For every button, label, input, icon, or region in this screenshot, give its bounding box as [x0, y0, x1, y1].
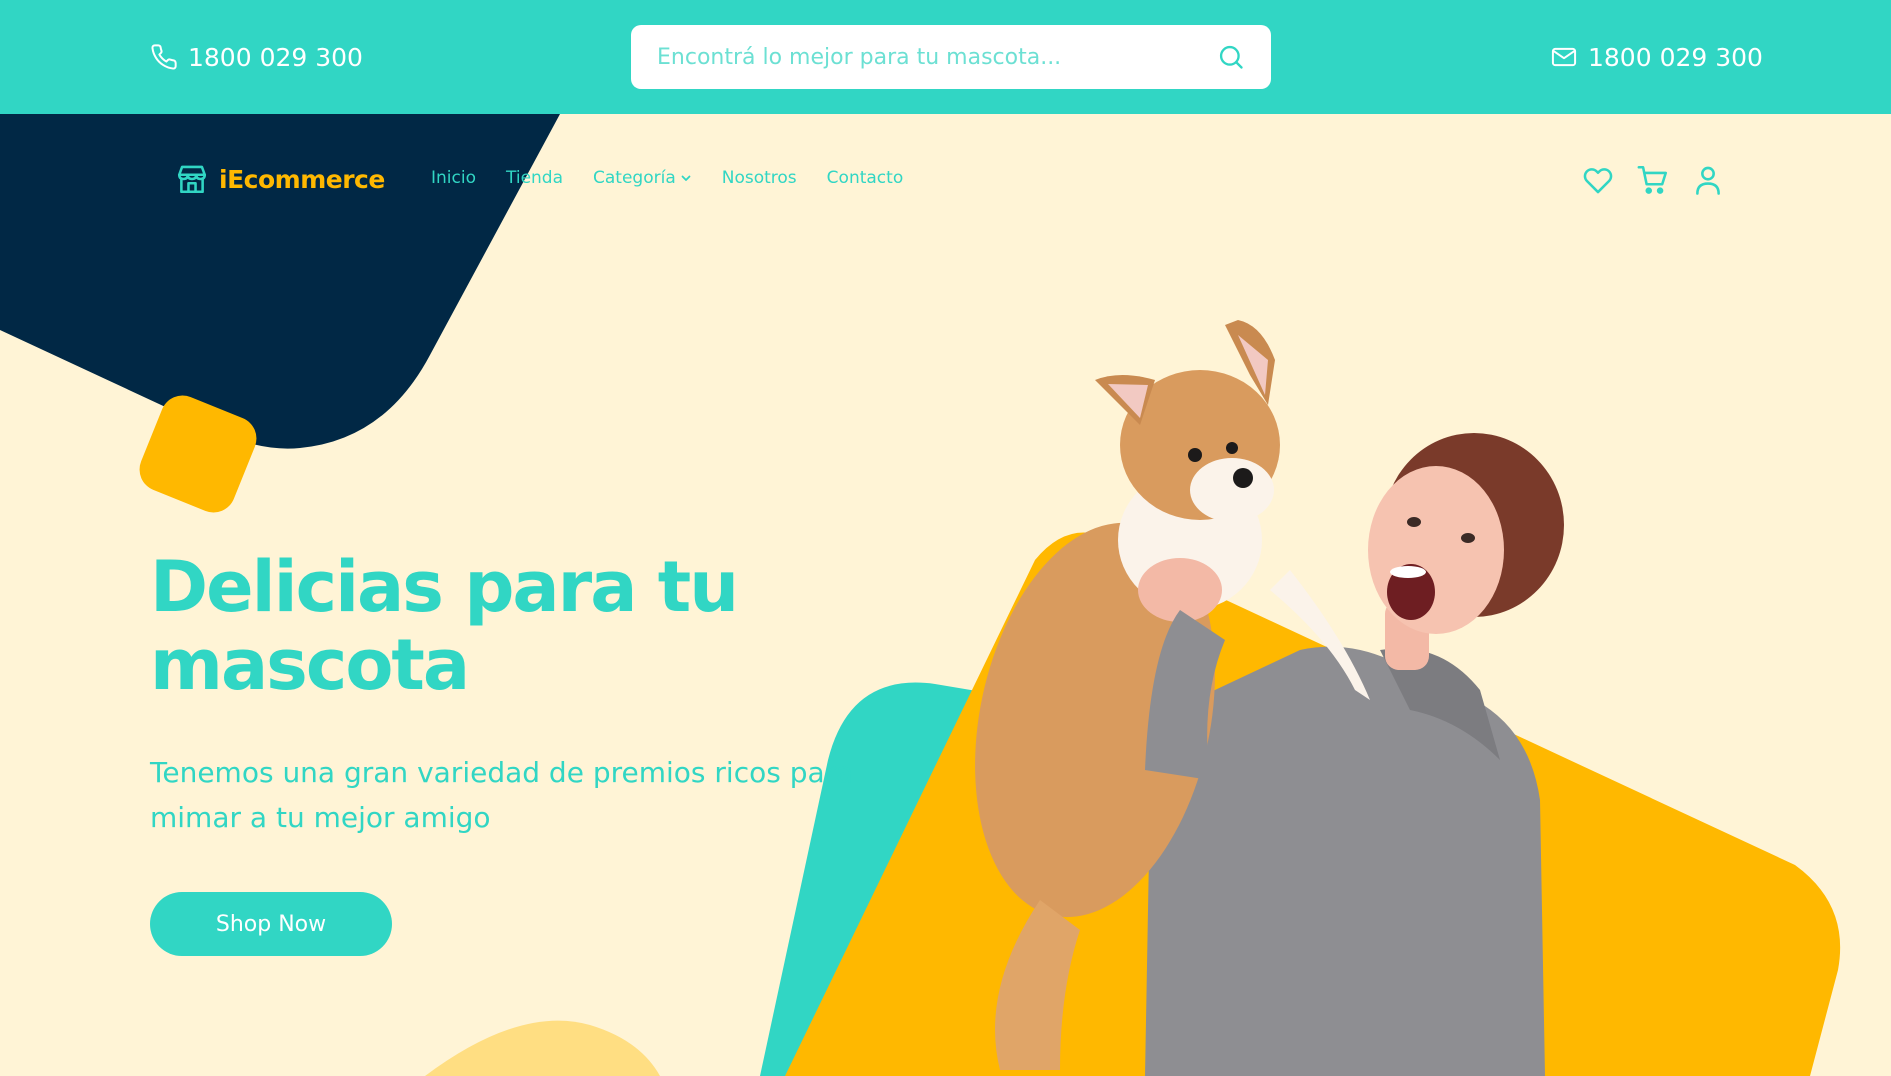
eye-shape: [1461, 533, 1475, 543]
email-contact[interactable]: 1800 029 300: [1550, 40, 1763, 74]
wishlist-button[interactable]: [1580, 162, 1616, 198]
cart-icon: [1637, 165, 1668, 194]
corgi-eye-shape: [1188, 448, 1202, 462]
teeth-shape: [1390, 566, 1426, 578]
logo-text: iEcommerce: [219, 164, 385, 194]
nav-item-nosotros[interactable]: Nosotros: [722, 168, 797, 188]
mail-icon: [1551, 47, 1577, 67]
top-bar: 1800 029 300 1800 029 300: [0, 0, 1891, 114]
email-contact-text: 1800 029 300: [1588, 42, 1763, 72]
corgi-tail-shape: [995, 900, 1080, 1070]
search-icon: [1219, 45, 1243, 69]
phone-contact[interactable]: 1800 029 300: [150, 40, 363, 74]
face-shape: [1368, 466, 1504, 634]
nav-item-contacto[interactable]: Contacto: [827, 168, 904, 188]
nav-item-label: Nosotros: [721, 168, 797, 188]
search-input[interactable]: [655, 43, 1199, 71]
corgi-muzzle-shape: [1190, 458, 1274, 522]
nav-item-categoria[interactable]: Categoría: [593, 168, 692, 188]
main-nav: Inicio Tienda Categoría Nosotros Contact…: [431, 168, 933, 188]
account-button[interactable]: [1690, 162, 1726, 198]
nav-item-label: Tienda: [505, 168, 564, 188]
phone-icon: [151, 44, 177, 70]
user-icon: [1696, 166, 1720, 195]
search-bar: [631, 25, 1271, 89]
nav-item-inicio[interactable]: Inicio: [431, 168, 476, 188]
logo[interactable]: iEcommerce: [175, 162, 385, 196]
corgi-nose-shape: [1233, 468, 1253, 488]
cart-button[interactable]: [1635, 162, 1671, 198]
nav-item-label: Contacto: [826, 168, 904, 188]
corgi-eye-shape: [1226, 442, 1238, 454]
phone-number: 1800 029 300: [188, 42, 363, 72]
nav-item-label: Categoría: [593, 168, 676, 188]
storefront-icon: [177, 165, 207, 194]
heart-icon: [1583, 168, 1613, 194]
nav-actions: [1580, 162, 1745, 198]
eye-shape: [1407, 517, 1421, 527]
landing-page: 1800 029 300 1800 029 300: [0, 0, 1891, 1076]
search-button[interactable]: [1213, 39, 1249, 75]
chevron-down-icon: [681, 175, 691, 181]
nav-item-tienda[interactable]: Tienda: [506, 168, 563, 188]
nav-item-label: Inicio: [431, 168, 476, 188]
